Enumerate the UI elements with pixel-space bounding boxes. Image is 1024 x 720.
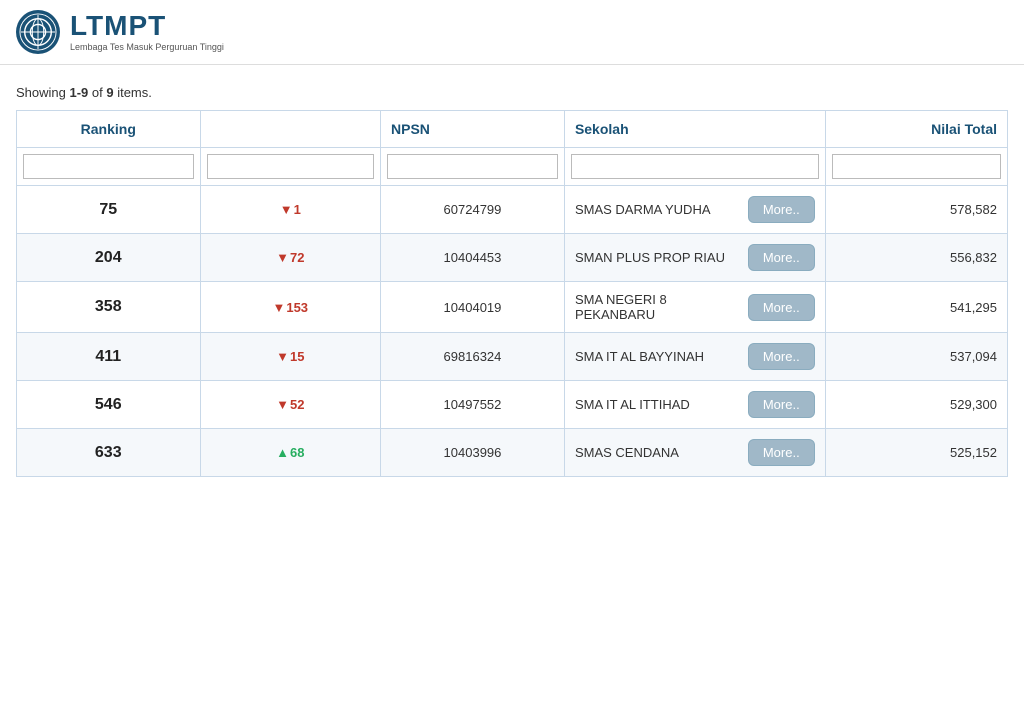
school-cell: SMAS DARMA YUDHA More.. xyxy=(564,186,825,234)
more-button[interactable]: More.. xyxy=(748,244,815,271)
showing-label: Showing xyxy=(16,85,69,100)
table-row: 633▲6810403996SMAS CENDANAMore..525,152 xyxy=(17,429,1008,477)
showing-info: Showing 1-9 of 9 items. xyxy=(16,85,1008,100)
school-name: SMA IT AL BAYYINAH xyxy=(575,349,704,364)
table-row: 358▼15310404019SMA NEGERI 8 PEKANBARUMor… xyxy=(17,282,1008,333)
school-cell: SMA IT AL ITTIHAD More.. xyxy=(564,381,825,429)
nilai-cell: 525,152 xyxy=(825,429,1007,477)
main-content: Showing 1-9 of 9 items. Ranking NPSN Sek… xyxy=(0,65,1024,477)
page-header: LTMPT Lembaga Tes Masuk Perguruan Tinggi xyxy=(0,0,1024,65)
change-cell: ▼1 xyxy=(200,186,381,234)
showing-range: 1-9 xyxy=(69,85,88,100)
more-button[interactable]: More.. xyxy=(748,196,815,223)
showing-total: 9 xyxy=(106,85,113,100)
filter-change-input[interactable] xyxy=(207,154,375,179)
filter-row xyxy=(17,148,1008,186)
npsn-cell: 10404019 xyxy=(381,282,565,333)
filter-npsn-input[interactable] xyxy=(387,154,558,179)
school-cell: SMAS CENDANA More.. xyxy=(564,429,825,477)
arrow-down-icon: ▼ xyxy=(280,202,293,217)
more-button[interactable]: More.. xyxy=(748,343,815,370)
school-name: SMAS CENDANA xyxy=(575,445,679,460)
npsn-cell: 10497552 xyxy=(381,381,565,429)
filter-npsn-cell xyxy=(381,148,565,186)
school-cell: SMAN PLUS PROP RIAU More.. xyxy=(564,234,825,282)
arrow-down-icon: ▼ xyxy=(276,397,289,412)
rank-cell: 75 xyxy=(17,186,201,234)
more-button[interactable]: More.. xyxy=(748,439,815,466)
table-row: 411▼1569816324SMA IT AL BAYYINAHMore..53… xyxy=(17,333,1008,381)
npsn-cell: 60724799 xyxy=(381,186,565,234)
school-cell: SMA IT AL BAYYINAH More.. xyxy=(564,333,825,381)
nilai-cell: 578,582 xyxy=(825,186,1007,234)
table-body: 75▼160724799SMAS DARMA YUDHAMore..578,58… xyxy=(17,186,1008,477)
logo-circle xyxy=(16,10,60,54)
npsn-cell: 69816324 xyxy=(381,333,565,381)
change-cell: ▲68 xyxy=(200,429,381,477)
change-cell: ▼52 xyxy=(200,381,381,429)
change-value: 52 xyxy=(290,397,304,412)
change-cell: ▼153 xyxy=(200,282,381,333)
showing-of: of xyxy=(88,85,106,100)
school-name: SMAN PLUS PROP RIAU xyxy=(575,250,725,265)
school-name: SMA IT AL ITTIHAD xyxy=(575,397,690,412)
col-npsn: NPSN xyxy=(381,111,565,148)
npsn-cell: 10404453 xyxy=(381,234,565,282)
rank-cell: 358 xyxy=(17,282,201,333)
col-ranking: Ranking xyxy=(17,111,201,148)
nilai-cell: 529,300 xyxy=(825,381,1007,429)
filter-change-cell xyxy=(200,148,381,186)
filter-nilai-input[interactable] xyxy=(832,154,1001,179)
showing-suffix: items. xyxy=(114,85,152,100)
change-value: 15 xyxy=(290,349,304,364)
change-cell: ▼72 xyxy=(200,234,381,282)
table-row: 204▼7210404453SMAN PLUS PROP RIAUMore..5… xyxy=(17,234,1008,282)
nilai-cell: 537,094 xyxy=(825,333,1007,381)
change-value: 68 xyxy=(290,445,304,460)
rank-cell: 411 xyxy=(17,333,201,381)
more-button[interactable]: More.. xyxy=(748,294,815,321)
arrow-up-icon: ▲ xyxy=(276,445,289,460)
arrow-down-icon: ▼ xyxy=(276,349,289,364)
change-cell: ▼15 xyxy=(200,333,381,381)
arrow-down-icon: ▼ xyxy=(276,250,289,265)
col-nilai: Nilai Total xyxy=(825,111,1007,148)
school-cell: SMA NEGERI 8 PEKANBARU More.. xyxy=(564,282,825,333)
col-sekolah: Sekolah xyxy=(564,111,825,148)
ranking-table: Ranking NPSN Sekolah Nilai Total 75▼1607… xyxy=(16,110,1008,477)
filter-nilai-cell xyxy=(825,148,1007,186)
npsn-cell: 10403996 xyxy=(381,429,565,477)
filter-sekolah-cell xyxy=(564,148,825,186)
filter-ranking-input[interactable] xyxy=(23,154,194,179)
change-value: 1 xyxy=(294,202,301,217)
table-row: 546▼5210497552SMA IT AL ITTIHADMore..529… xyxy=(17,381,1008,429)
change-value: 72 xyxy=(290,250,304,265)
rank-cell: 204 xyxy=(17,234,201,282)
table-row: 75▼160724799SMAS DARMA YUDHAMore..578,58… xyxy=(17,186,1008,234)
filter-sekolah-input[interactable] xyxy=(571,154,819,179)
brand-name: LTMPT xyxy=(70,12,224,40)
nilai-cell: 541,295 xyxy=(825,282,1007,333)
school-name: SMA NEGERI 8 PEKANBARU xyxy=(575,292,736,322)
arrow-down-icon: ▼ xyxy=(272,300,285,315)
table-header-row: Ranking NPSN Sekolah Nilai Total xyxy=(17,111,1008,148)
brand-subtitle: Lembaga Tes Masuk Perguruan Tinggi xyxy=(70,42,224,52)
change-value: 153 xyxy=(286,300,308,315)
col-change xyxy=(200,111,381,148)
school-name: SMAS DARMA YUDHA xyxy=(575,202,711,217)
more-button[interactable]: More.. xyxy=(748,391,815,418)
logo-text: LTMPT Lembaga Tes Masuk Perguruan Tinggi xyxy=(70,12,224,52)
filter-ranking-cell xyxy=(17,148,201,186)
rank-cell: 546 xyxy=(17,381,201,429)
rank-cell: 633 xyxy=(17,429,201,477)
nilai-cell: 556,832 xyxy=(825,234,1007,282)
